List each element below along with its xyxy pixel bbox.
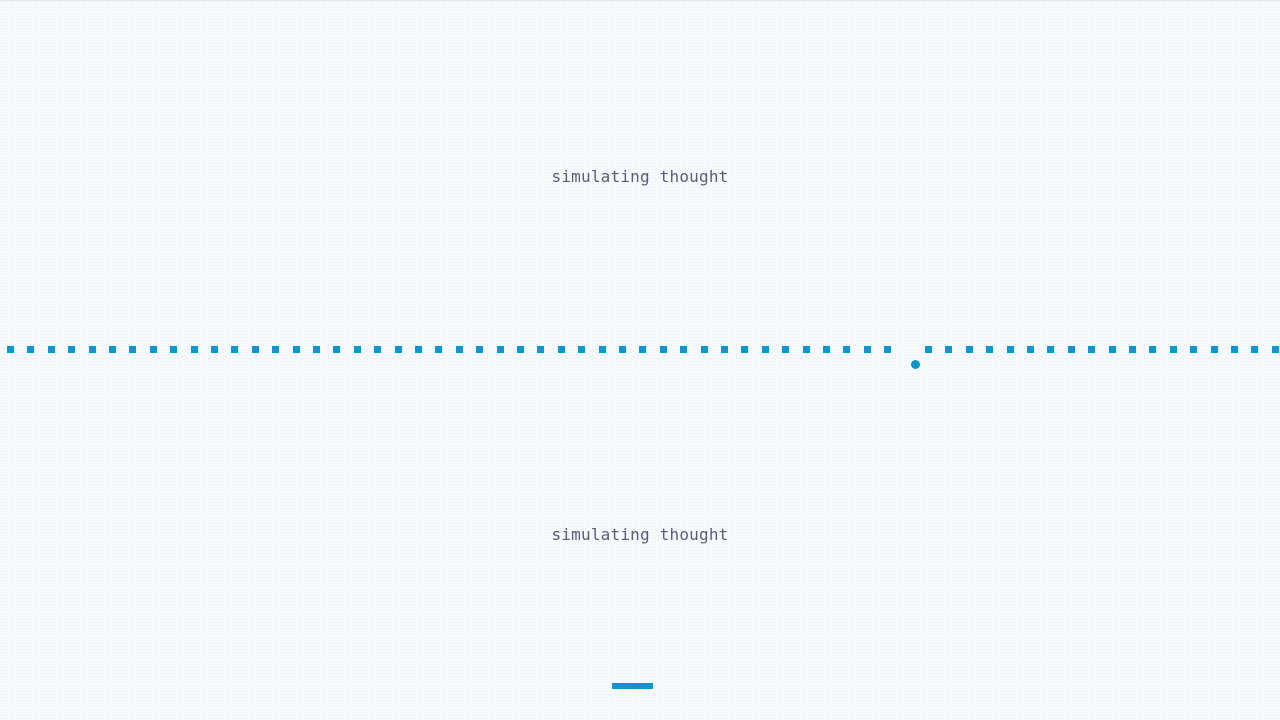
track-dot xyxy=(374,346,381,353)
track-dot xyxy=(1109,346,1116,353)
track-dot xyxy=(129,346,136,353)
status-caption-top: simulating thought xyxy=(551,167,729,186)
track-dot xyxy=(354,346,361,353)
track-dot xyxy=(864,346,871,353)
track-dot xyxy=(109,346,116,353)
top-divider xyxy=(0,0,1280,1)
track-dot xyxy=(1170,346,1177,353)
status-caption-bottom: simulating thought xyxy=(551,525,729,544)
track-dot xyxy=(191,346,198,353)
track-dot xyxy=(1068,346,1075,353)
loading-screen: simulating thought simulating thought xyxy=(0,0,1280,720)
track-dot xyxy=(395,346,402,353)
falling-dot-icon xyxy=(910,360,920,369)
track-dot xyxy=(986,346,993,353)
track-dot xyxy=(1272,346,1279,353)
track-dot xyxy=(721,346,728,353)
track-dot xyxy=(701,346,708,353)
track-dot xyxy=(966,346,973,353)
track-dot xyxy=(741,346,748,353)
track-dot xyxy=(252,346,259,353)
track-dot xyxy=(1088,346,1095,353)
track-dot xyxy=(680,346,687,353)
track-dot xyxy=(497,346,504,353)
track-dot xyxy=(435,346,442,353)
track-dot xyxy=(293,346,300,353)
track-dot xyxy=(619,346,626,353)
track-dot xyxy=(925,346,932,353)
track-dot xyxy=(456,346,463,353)
track-dot xyxy=(27,346,34,353)
track-dot xyxy=(945,346,952,353)
track-dot xyxy=(782,346,789,353)
loading-bar-icon xyxy=(612,683,653,689)
track-dot xyxy=(843,346,850,353)
track-dot xyxy=(823,346,830,353)
track-dot xyxy=(211,346,218,353)
track-dot xyxy=(7,346,14,353)
track-dot xyxy=(1149,346,1156,353)
track-dot xyxy=(1129,346,1136,353)
track-dot xyxy=(803,346,810,353)
track-dot xyxy=(1027,346,1034,353)
track-dot xyxy=(1190,346,1197,353)
track-dot xyxy=(884,346,891,353)
track-dot xyxy=(313,346,320,353)
track-dot xyxy=(170,346,177,353)
track-dot xyxy=(48,346,55,353)
track-dot xyxy=(1231,346,1238,353)
track-dot xyxy=(1047,346,1054,353)
track-dot xyxy=(762,346,769,353)
track-dot xyxy=(537,346,544,353)
track-dot xyxy=(599,346,606,353)
track-dot xyxy=(1251,346,1258,353)
track-dot xyxy=(150,346,157,353)
track-dot xyxy=(272,346,279,353)
track-dot xyxy=(1007,346,1014,353)
track-dot xyxy=(517,346,524,353)
track-dot xyxy=(333,346,340,353)
track-dot xyxy=(1211,346,1218,353)
track-dot xyxy=(89,346,96,353)
track-dot xyxy=(578,346,585,353)
track-dot xyxy=(231,346,238,353)
track-dot xyxy=(476,346,483,353)
track-dot xyxy=(415,346,422,353)
track-dot xyxy=(68,346,75,353)
track-dot xyxy=(558,346,565,353)
track-dot xyxy=(639,346,646,353)
dot-track xyxy=(0,340,1280,380)
track-dot xyxy=(660,346,667,353)
